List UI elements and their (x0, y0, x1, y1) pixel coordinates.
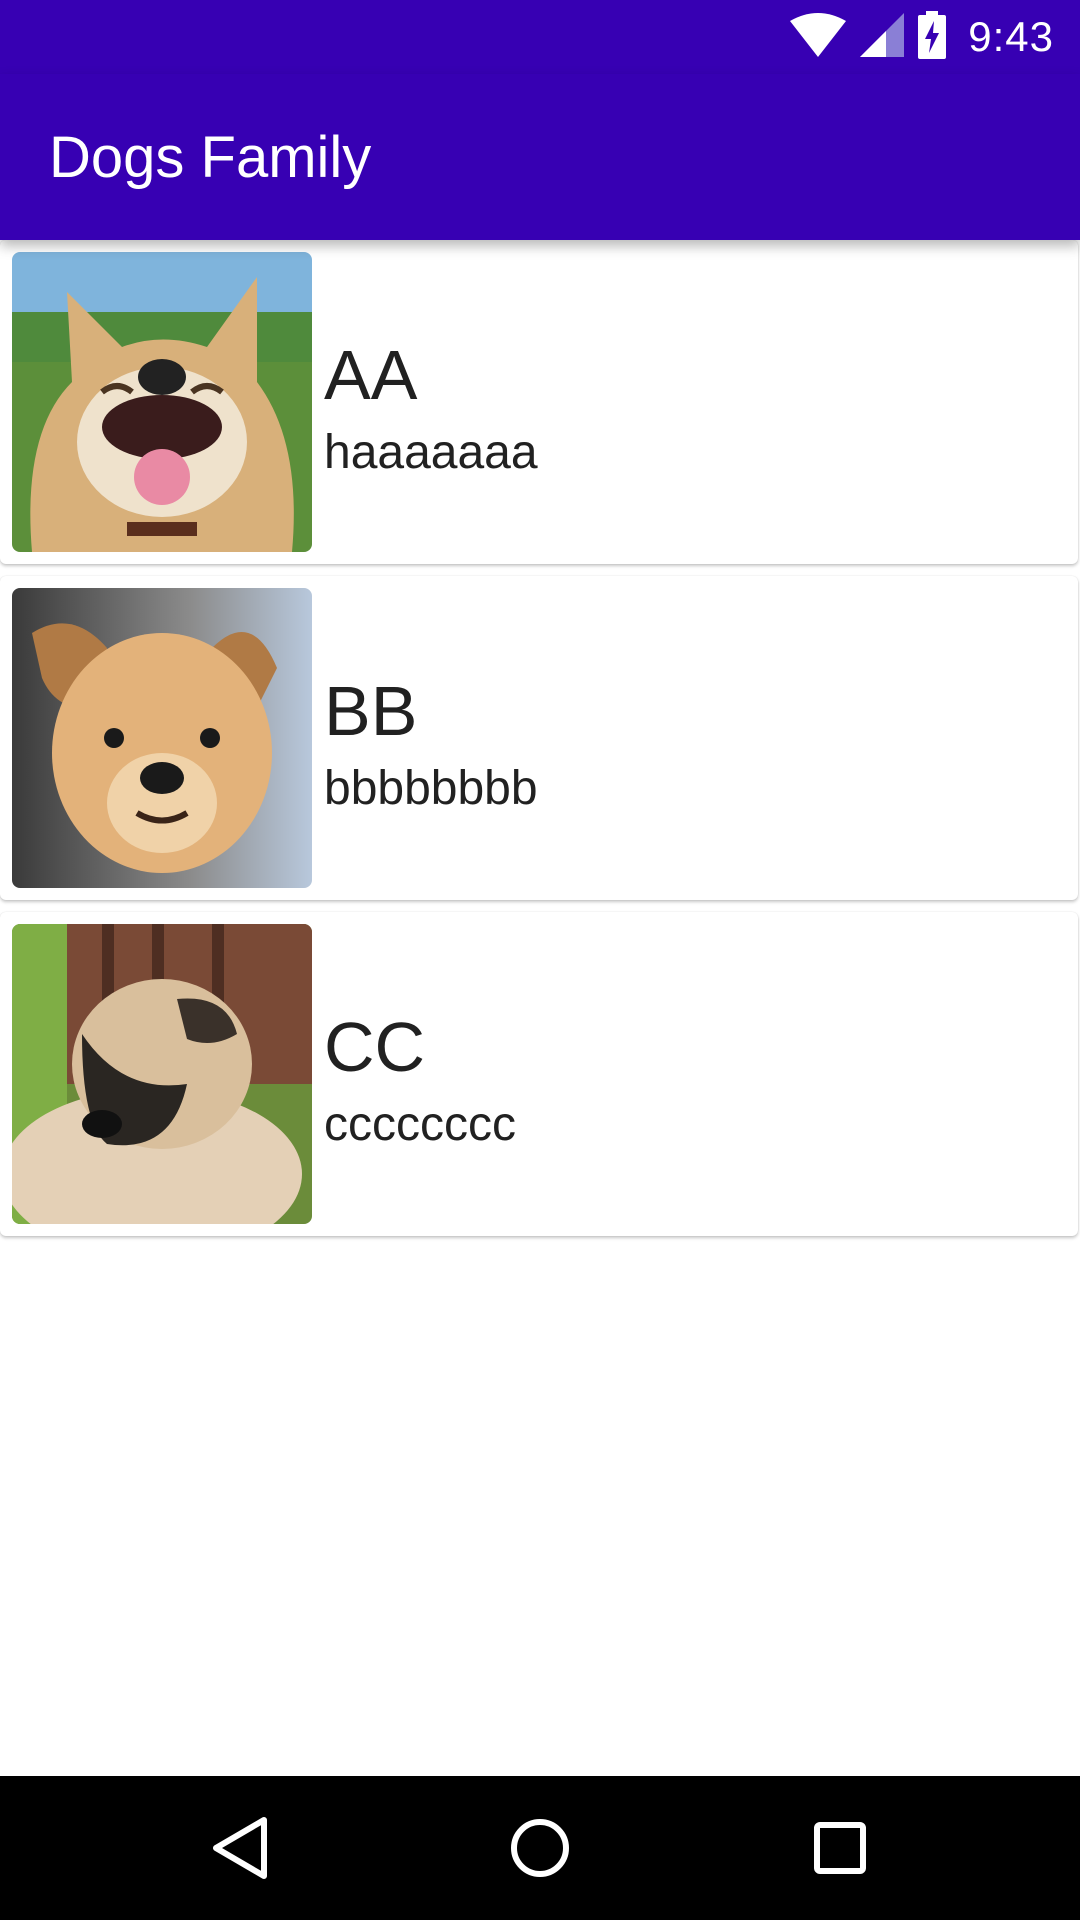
battery-charging-icon (918, 10, 947, 64)
back-icon[interactable] (210, 1816, 270, 1885)
dog-name: CC (324, 1008, 426, 1086)
dog-description: cccccccc (324, 1098, 516, 1151)
system-nav-bar (0, 1776, 1080, 1920)
status-bar: 9:43 (0, 0, 1080, 74)
home-icon[interactable] (509, 1816, 571, 1885)
dog-photo-cc (12, 924, 312, 1224)
status-time: 9:43 (968, 13, 1054, 60)
dog-card-cc[interactable]: CC cccccccc (0, 912, 1078, 1236)
app-bar: Dogs Family (0, 74, 1080, 240)
dog-photo-aa (12, 252, 312, 552)
dog-description: bbbbbbbb (324, 762, 538, 815)
dog-photo-bb (12, 588, 312, 888)
dog-card-aa[interactable]: AA haaaaaaa (0, 240, 1078, 564)
dog-name: BB (324, 672, 418, 750)
dog-name: AA (324, 336, 418, 414)
dog-card-bb[interactable]: BB bbbbbbbb (0, 576, 1078, 900)
recents-icon[interactable] (812, 1816, 868, 1885)
page-title: Dogs Family (49, 125, 372, 190)
signal-icon (860, 12, 905, 62)
dog-description: haaaaaaa (324, 426, 538, 479)
wifi-icon (790, 12, 847, 62)
